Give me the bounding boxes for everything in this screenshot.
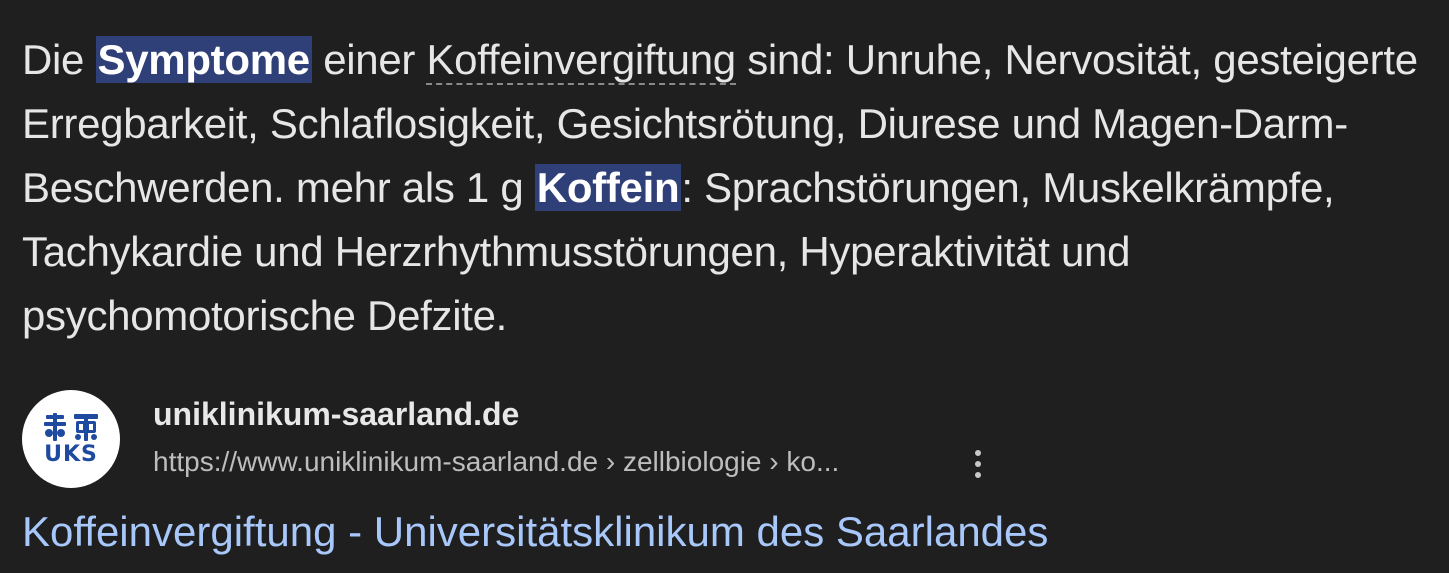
more-dot-icon — [975, 472, 981, 478]
more-dot-icon — [975, 450, 981, 456]
more-options-icon[interactable] — [966, 446, 990, 482]
uks-logo-icon — [44, 413, 98, 441]
favicon-text: UKS — [44, 442, 98, 467]
result-title-link[interactable]: Koffeinvergiftung - Universitätsklinikum… — [22, 508, 1048, 556]
snippet-text-1: Die — [22, 36, 96, 83]
site-url-breadcrumb[interactable]: https://www.uniklinikum-saarland.de › ze… — [153, 446, 839, 478]
site-name[interactable]: uniklinikum-saarland.de — [153, 396, 519, 433]
site-favicon[interactable]: UKS — [22, 390, 120, 488]
highlight-koffein: Koffein — [534, 164, 682, 211]
snippet-text-2: einer — [311, 36, 427, 83]
source-attribution[interactable]: UKS uniklinikum-saarland.de https://www.… — [22, 390, 1022, 490]
more-dot-icon — [975, 461, 981, 467]
highlight-symptome: Symptome — [95, 36, 312, 83]
definition-term-link[interactable]: Koffeinvergiftung — [426, 36, 736, 85]
featured-snippet-text: Die Symptome einer Koffeinvergiftung sin… — [22, 28, 1442, 348]
